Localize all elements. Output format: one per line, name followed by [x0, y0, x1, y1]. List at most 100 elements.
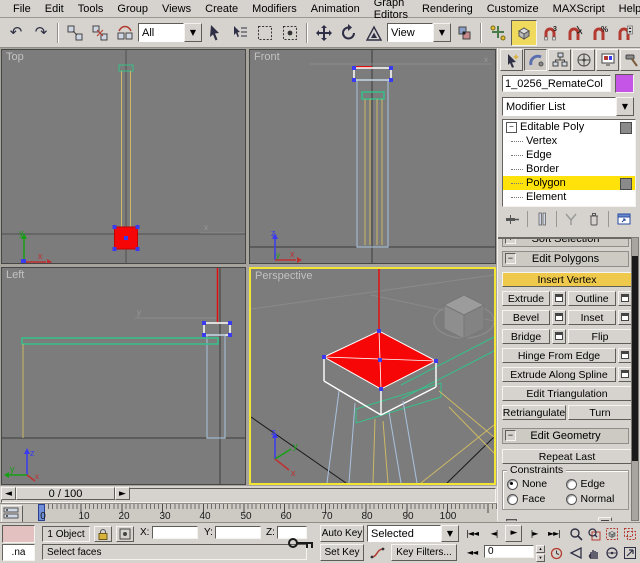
go-to-start-button[interactable]: |◄◄: [463, 526, 481, 542]
constraint-normal-radio[interactable]: Normal: [566, 493, 625, 505]
menu-file[interactable]: File: [6, 2, 38, 16]
viewport-left[interactable]: Left y z y: [1, 267, 246, 485]
current-frame-field[interactable]: [484, 545, 534, 558]
window-crossing-toggle-button[interactable]: [278, 21, 302, 45]
tab-hierarchy[interactable]: [548, 49, 571, 71]
outline-button[interactable]: Outline: [568, 291, 616, 306]
make-unique-button[interactable]: [561, 210, 582, 228]
zoom-extents-button[interactable]: [604, 526, 620, 542]
menu-modifiers[interactable]: Modifiers: [245, 2, 304, 16]
redo-button[interactable]: ↷: [29, 21, 53, 45]
tab-motion[interactable]: [572, 49, 595, 71]
stack-row-polygon[interactable]: Polygon: [503, 176, 635, 190]
panel-scrollbar-thumb[interactable]: [632, 256, 638, 461]
flip-button[interactable]: Flip: [568, 329, 632, 344]
previous-frame-button[interactable]: ◄|: [486, 526, 502, 542]
preserve-uvs-checkbox[interactable]: [506, 519, 517, 521]
insert-vertex-button[interactable]: Insert Vertex: [502, 272, 632, 287]
x-coordinate-field[interactable]: [152, 526, 198, 539]
prev-frame-arrow-icon[interactable]: ◄: [1, 487, 16, 500]
select-and-manipulate-button[interactable]: [486, 21, 510, 45]
menu-edit[interactable]: Edit: [38, 2, 71, 16]
zoom-all-button[interactable]: [586, 526, 602, 542]
y-coordinate-field[interactable]: [215, 526, 261, 539]
turn-button[interactable]: Turn: [568, 405, 632, 420]
show-end-result-button[interactable]: [532, 210, 553, 228]
angle-snap-toggle-button[interactable]: [563, 21, 587, 45]
key-filters-button[interactable]: Key Filters...: [391, 544, 457, 561]
edit-triangulation-button[interactable]: Edit Triangulation: [502, 386, 632, 401]
inset-button[interactable]: Inset: [568, 310, 616, 325]
tab-display[interactable]: [596, 49, 619, 71]
tab-utilities[interactable]: [620, 49, 640, 71]
repeat-last-button[interactable]: Repeat Last: [502, 449, 632, 464]
frame-spinner[interactable]: ▲ ▼: [536, 545, 545, 560]
rollout-edit-polygons[interactable]: − Edit Polygons: [502, 251, 629, 267]
stack-row-vertex[interactable]: Vertex: [503, 134, 635, 148]
tab-create[interactable]: [500, 49, 523, 71]
selection-filter-dropdown[interactable]: All ▼: [138, 23, 202, 42]
absolute-offset-mode-button[interactable]: [116, 526, 134, 542]
inset-settings-button[interactable]: [618, 310, 632, 325]
constraint-edge-radio[interactable]: Edge: [566, 478, 625, 490]
object-name-input[interactable]: [502, 75, 611, 92]
select-and-link-button[interactable]: [63, 21, 87, 45]
retriangulate-button[interactable]: Retriangulate: [502, 405, 566, 420]
select-by-name-button[interactable]: [228, 21, 252, 45]
selection-lock-toggle-button[interactable]: [94, 526, 112, 542]
next-frame-arrow-icon[interactable]: ►: [115, 487, 130, 500]
outline-settings-button[interactable]: [618, 291, 632, 306]
menu-rendering[interactable]: Rendering: [415, 2, 480, 16]
pin-stack-button[interactable]: [502, 210, 523, 228]
object-color-swatch[interactable]: [615, 74, 634, 93]
constraint-face-radio[interactable]: Face: [507, 493, 566, 505]
stack-row-border[interactable]: Border: [503, 162, 635, 176]
play-button[interactable]: ►: [505, 525, 522, 542]
modifier-list-dropdown[interactable]: Modifier List ▼: [502, 97, 634, 116]
bridge-button[interactable]: Bridge: [502, 329, 550, 344]
select-and-move-button[interactable]: [312, 21, 336, 45]
set-keys-button[interactable]: [286, 531, 316, 555]
expand-icon[interactable]: +: [505, 237, 516, 244]
panel-scrollbar[interactable]: [631, 237, 639, 521]
time-slider-value[interactable]: 0 / 100: [16, 487, 115, 500]
menu-animation[interactable]: Animation: [304, 2, 367, 16]
spinner-up-icon[interactable]: ▲: [536, 545, 545, 553]
menu-views[interactable]: Views: [155, 2, 198, 16]
collapse-icon[interactable]: −: [506, 122, 517, 133]
extrude-button[interactable]: Extrude: [502, 291, 550, 306]
next-frame-button[interactable]: |►: [526, 526, 542, 542]
tab-modify[interactable]: [524, 49, 547, 71]
set-key-button[interactable]: Set Key: [320, 544, 364, 561]
menu-maxscript[interactable]: MAXScript: [546, 2, 612, 16]
default-tangents-button[interactable]: [368, 544, 388, 561]
spinner-down-icon[interactable]: ▼: [536, 554, 545, 562]
viewport-perspective[interactable]: Perspective: [249, 267, 496, 485]
viewport-top[interactable]: Top x y x: [1, 49, 246, 264]
time-slider-handle[interactable]: ◄ 0 / 100 ►: [1, 487, 130, 500]
configure-modifier-sets-button[interactable]: [613, 210, 634, 228]
menu-tools[interactable]: Tools: [71, 2, 111, 16]
extrude-along-spline-settings-button[interactable]: [618, 367, 632, 382]
undo-button[interactable]: ↶: [4, 21, 28, 45]
dropdown-arrow-icon[interactable]: ▼: [184, 23, 202, 42]
menu-create[interactable]: Create: [198, 2, 245, 16]
rectangular-selection-region-button[interactable]: [253, 21, 277, 45]
rollout-edit-geometry[interactable]: − Edit Geometry: [502, 428, 629, 444]
go-to-end-button[interactable]: ►►|: [545, 526, 563, 542]
reference-coordinate-dropdown[interactable]: View ▼: [387, 23, 451, 42]
dropdown-arrow-icon[interactable]: ▼: [441, 525, 459, 542]
preserve-uvs-settings-button[interactable]: [598, 517, 612, 521]
zoom-button[interactable]: [568, 526, 584, 542]
stack-row-element[interactable]: Element: [503, 190, 635, 204]
maxscript-mini-listener-white[interactable]: .na: [2, 544, 35, 561]
snaps-toggle-button[interactable]: 3: [538, 21, 562, 45]
menu-group[interactable]: Group: [110, 2, 155, 16]
viewport-front[interactable]: Front x z: [249, 49, 496, 264]
collapse-icon[interactable]: −: [505, 253, 516, 264]
key-mode-toggle-button[interactable]: ◄◄: [463, 545, 481, 561]
percent-snap-toggle-button[interactable]: %: [588, 21, 612, 45]
stack-row-editable-poly[interactable]: − Editable Poly: [503, 120, 635, 134]
select-and-rotate-button[interactable]: [337, 21, 361, 45]
stack-row-edge[interactable]: Edge: [503, 148, 635, 162]
